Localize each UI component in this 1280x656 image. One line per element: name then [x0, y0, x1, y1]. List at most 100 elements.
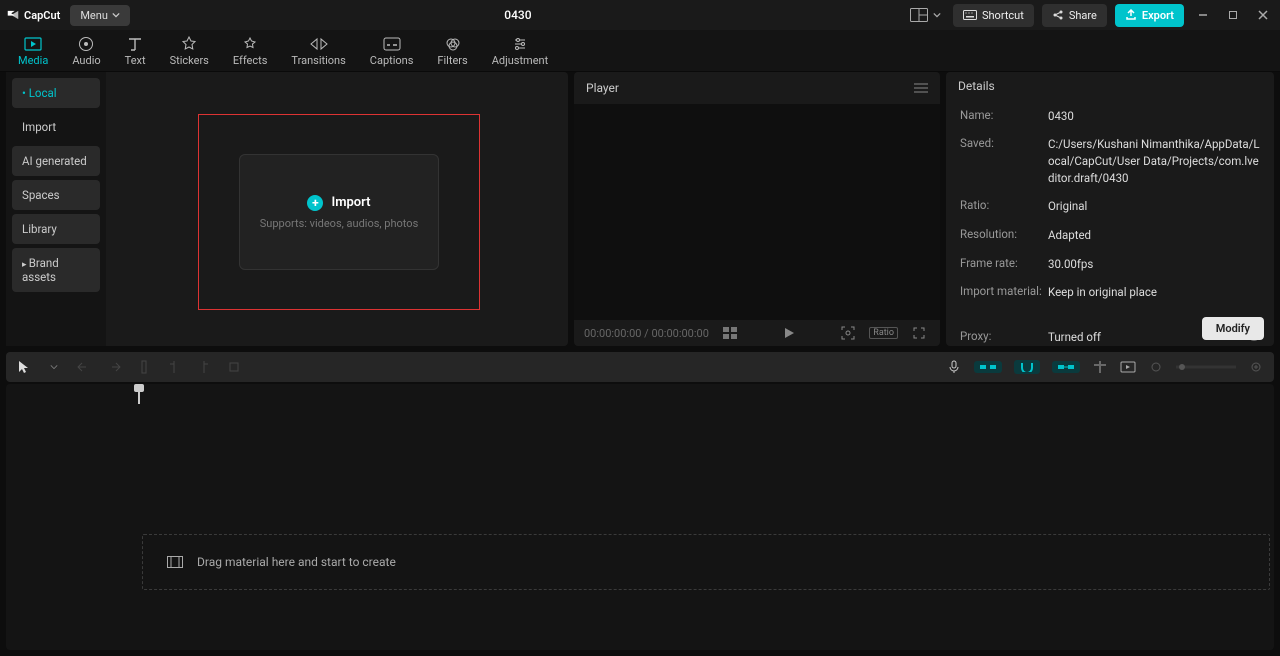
maximize-icon	[1227, 9, 1239, 21]
app-logo: CapCut	[6, 8, 60, 22]
close-button[interactable]	[1252, 4, 1274, 26]
detail-key: Ratio:	[960, 198, 1048, 215]
detail-key: Resolution:	[960, 227, 1048, 244]
timeline-hint-text: Drag material here and start to create	[197, 555, 396, 569]
detail-key: Frame rate:	[960, 256, 1048, 273]
shortcut-button[interactable]: Shortcut	[953, 4, 1034, 27]
export-button[interactable]: Export	[1115, 4, 1184, 27]
zoom-slider[interactable]	[1176, 359, 1236, 375]
media-icon	[24, 35, 42, 53]
fullscreen-icon[interactable]	[908, 325, 930, 341]
share-button[interactable]: Share	[1042, 4, 1107, 27]
sidebar-label: Local	[29, 86, 57, 100]
tab-media[interactable]: Media	[8, 33, 58, 69]
split-button[interactable]	[136, 359, 152, 375]
sidebar-item-ai[interactable]: AI generated	[12, 146, 100, 176]
tab-filters[interactable]: Filters	[427, 33, 477, 69]
track-drop-hint[interactable]: Drag material here and start to create	[142, 534, 1270, 590]
keyboard-icon	[963, 10, 977, 20]
modify-button[interactable]: Modify	[1202, 317, 1264, 340]
tab-stickers[interactable]: Stickers	[160, 33, 219, 69]
player-timecode: 00:00:00:00 / 00:00:00:00	[584, 327, 709, 340]
maximize-button[interactable]	[1222, 4, 1244, 26]
player-title: Player	[586, 81, 619, 95]
cut-right-button[interactable]	[196, 359, 212, 375]
stickers-icon	[180, 35, 198, 53]
detail-key: Name:	[960, 108, 1048, 125]
transitions-icon	[310, 35, 328, 53]
tab-adjustment[interactable]: Adjustment	[482, 33, 559, 69]
sidebar-item-local[interactable]: Local	[12, 78, 100, 108]
ratio-button[interactable]: Ratio	[869, 327, 898, 339]
menu-button[interactable]: Menu	[70, 5, 130, 26]
playhead[interactable]	[138, 386, 140, 404]
export-icon	[1125, 9, 1137, 21]
tab-text[interactable]: Text	[115, 33, 156, 69]
captions-icon	[383, 35, 401, 53]
focus-icon[interactable]	[837, 325, 859, 341]
menu-label: Menu	[80, 9, 108, 22]
details-title: Details	[958, 79, 995, 93]
adjustment-icon	[511, 35, 529, 53]
minimize-button[interactable]	[1192, 4, 1214, 26]
tab-label: Effects	[233, 54, 268, 67]
tab-effects[interactable]: Effects	[223, 33, 278, 69]
preview-button[interactable]	[1120, 359, 1136, 375]
sidebar-label: Import	[22, 120, 56, 134]
minimize-icon	[1197, 9, 1209, 21]
link-toggle[interactable]	[1052, 361, 1080, 373]
sidebar-item-import[interactable]: Import	[12, 112, 100, 142]
player-canvas[interactable]	[574, 104, 940, 320]
logo-text: CapCut	[24, 9, 60, 22]
detail-value: 30.00fps	[1048, 256, 1260, 273]
chevron-down-icon	[933, 11, 941, 19]
detail-key: Proxy:	[960, 329, 1048, 346]
tab-label: Transitions	[291, 54, 345, 67]
tab-label: Stickers	[170, 54, 209, 67]
magnet-toggle[interactable]	[1014, 360, 1040, 374]
zoom-in-button[interactable]	[1248, 359, 1264, 375]
sidebar-label: Brand assets	[22, 256, 59, 284]
detail-value: 0430	[1048, 108, 1260, 125]
export-label: Export	[1142, 9, 1174, 22]
filters-icon	[444, 35, 462, 53]
details-panel: Details Name:0430 Saved:C:/Users/Kushani…	[946, 72, 1274, 346]
timeline-toolbar	[6, 352, 1274, 382]
snap-toggle[interactable]	[974, 361, 1002, 373]
import-label: Import	[331, 195, 370, 210]
media-sidebar: Local Import AI generated Spaces Library…	[6, 72, 106, 346]
project-title: 0430	[130, 8, 906, 22]
layout-icon	[910, 8, 928, 22]
align-button[interactable]	[1092, 359, 1108, 375]
play-button[interactable]	[778, 325, 800, 341]
shortcut-label: Shortcut	[982, 9, 1024, 22]
import-subtitle: Supports: videos, audios, photos	[260, 217, 419, 230]
cut-left-button[interactable]	[166, 359, 182, 375]
tab-label: Adjustment	[492, 54, 549, 67]
undo-button[interactable]	[76, 359, 92, 375]
zoom-out-button[interactable]	[1148, 359, 1164, 375]
select-tool[interactable]	[16, 359, 32, 375]
tab-label: Filters	[437, 54, 467, 67]
tab-transitions[interactable]: Transitions	[281, 33, 355, 69]
sidebar-item-spaces[interactable]: Spaces	[12, 180, 100, 210]
detail-key: Saved:	[960, 136, 1048, 186]
clip-icon	[167, 556, 183, 568]
sidebar-item-brand[interactable]: Brand assets	[12, 248, 100, 292]
player-panel: Player 00:00:00:00 / 00:00:00:00 Ratio	[574, 72, 940, 346]
layout-button[interactable]	[906, 4, 945, 26]
delete-button[interactable]	[226, 359, 242, 375]
player-menu-icon[interactable]	[914, 83, 928, 93]
import-dropzone[interactable]: + Import Supports: videos, audios, photo…	[198, 114, 480, 310]
timeline[interactable]: Drag material here and start to create	[6, 384, 1274, 650]
tab-captions[interactable]: Captions	[360, 33, 424, 69]
sidebar-label: Library	[22, 222, 57, 236]
tab-audio[interactable]: Audio	[62, 33, 110, 69]
effects-icon	[241, 35, 259, 53]
tool-dropdown[interactable]	[46, 359, 62, 375]
sidebar-item-library[interactable]: Library	[12, 214, 100, 244]
redo-button[interactable]	[106, 359, 122, 375]
media-panel: Local Import AI generated Spaces Library…	[6, 72, 568, 346]
thumbnails-icon[interactable]	[719, 325, 741, 341]
mic-button[interactable]	[946, 359, 962, 375]
